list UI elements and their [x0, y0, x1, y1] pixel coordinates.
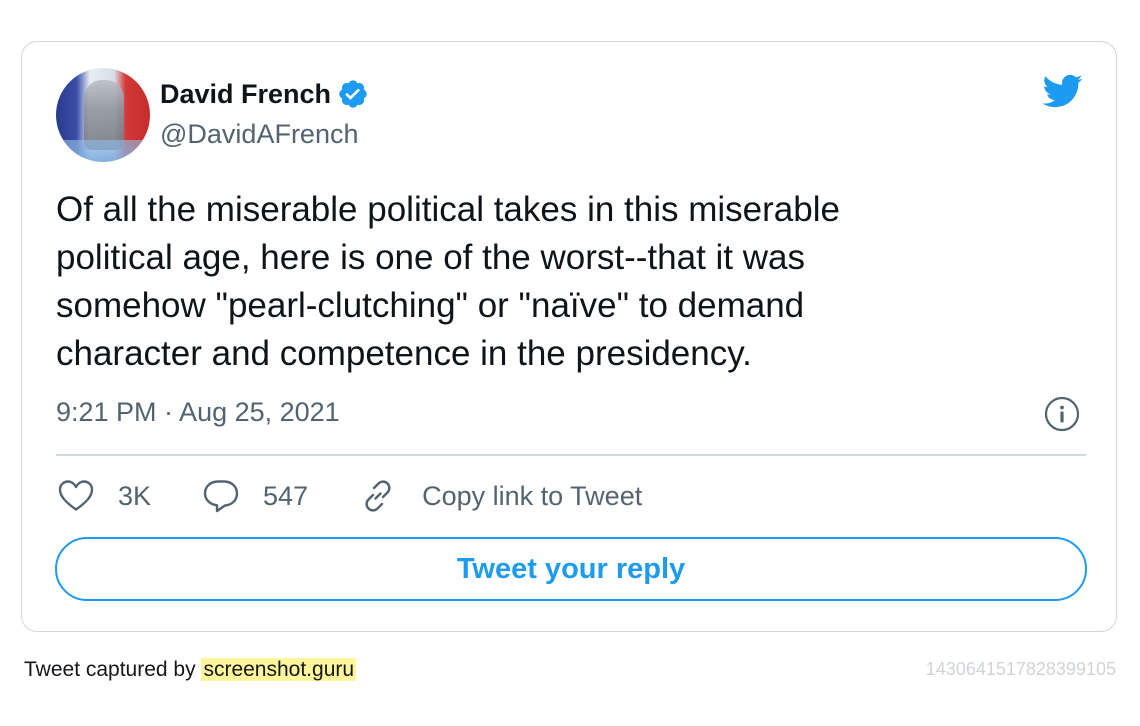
- divider: [56, 454, 1086, 456]
- tweet-timestamp[interactable]: 9:21 PM · Aug 25, 2021: [56, 394, 340, 430]
- twitter-bird-icon[interactable]: [1038, 70, 1086, 112]
- copy-link-button[interactable]: Copy link to Tweet: [358, 476, 642, 516]
- capture-credit: Tweet captured by screenshot.guru: [24, 656, 357, 684]
- author-handle[interactable]: @DavidAFrench: [160, 118, 358, 150]
- copy-link-label: Copy link to Tweet: [422, 480, 643, 511]
- speech-bubble-icon: [203, 480, 239, 513]
- tweet-text-line: somehow "pearl-clutching" or "naïve" to …: [56, 286, 805, 325]
- tweet-text: Of all the miserable political takes in …: [56, 186, 1066, 378]
- capture-credit-prefix: Tweet captured by: [24, 658, 196, 681]
- tweet-actions: 3K 547 Copy link to Tweet: [56, 474, 692, 518]
- link-icon: [365, 480, 391, 512]
- capture-credit-link[interactable]: screenshot.guru: [201, 658, 357, 681]
- tweet-id: 1430641517828399105: [925, 659, 1116, 679]
- tweet-card: David French @DavidAFrench Of all the mi…: [21, 41, 1117, 632]
- avatar-sky: [56, 140, 150, 162]
- author-name-row: David French: [160, 78, 369, 110]
- tweet-text-line: character and competence in the presiden…: [56, 334, 752, 373]
- tweet-text-line: Of all the miserable political takes in …: [56, 190, 840, 229]
- like-button[interactable]: 3K: [56, 476, 151, 516]
- info-icon[interactable]: [1044, 396, 1080, 432]
- avatar[interactable]: [56, 68, 150, 162]
- author-name[interactable]: David French: [160, 78, 331, 110]
- reply-count: 547: [263, 480, 309, 511]
- reply-action-button[interactable]: 547: [201, 476, 308, 516]
- like-count: 3K: [118, 480, 152, 511]
- verified-badge-icon: [337, 78, 369, 110]
- tweet-your-reply-button[interactable]: Tweet your reply: [55, 537, 1087, 601]
- heart-icon: [58, 480, 94, 511]
- tweet-text-line: political age, here is one of the worst-…: [56, 238, 805, 277]
